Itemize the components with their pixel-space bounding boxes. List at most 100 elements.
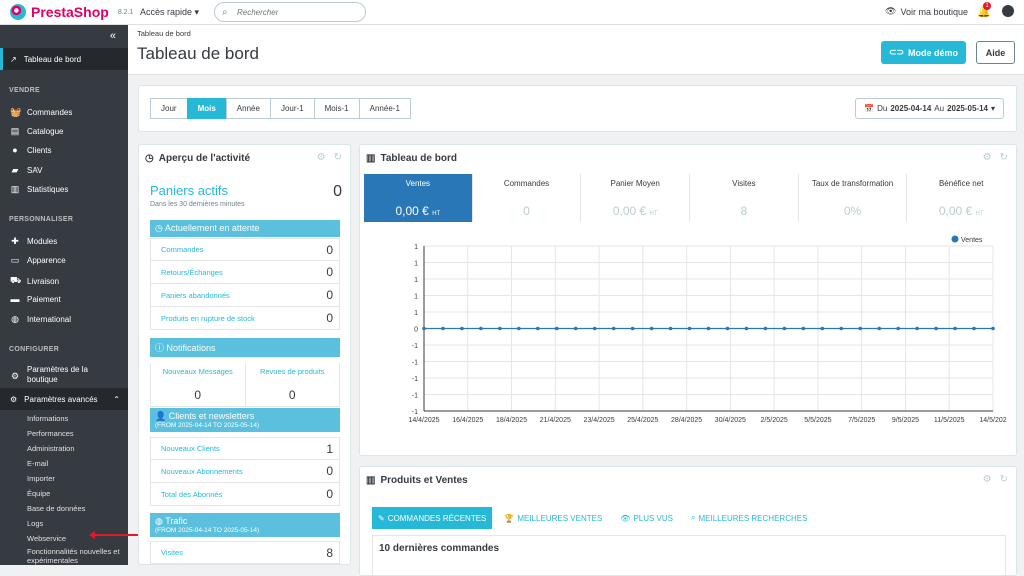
submenu-database[interactable]: Base de données [27,504,85,513]
annotation-arrow [89,531,139,539]
sidebar-item-shop-params[interactable]: ⚙ Paramètres de la boutique [10,365,107,385]
period-prev-day-button[interactable]: Jour-1 [269,98,315,119]
sidebar-item-catalog[interactable]: ▤ Catalogue [10,126,64,137]
period-day-button[interactable]: Jour [150,98,188,119]
help-button[interactable]: Aide [976,41,1015,64]
sidebar-item-sav[interactable]: ▰ SAV [10,165,43,176]
user-account-icon[interactable] [1002,5,1014,17]
sidebar-item-stats[interactable]: ▥ Statistiques [10,184,69,195]
pending-link[interactable]: Commandes [161,245,204,254]
kpi-avg-cart[interactable]: Panier Moyen 0,00 € HT [581,174,691,222]
sidebar-item-payment[interactable]: ▬ Paiement [10,294,61,304]
sidebar-item-label: Paramètres de la boutique [27,365,88,384]
refresh-icon[interactable]: ↻ [1000,474,1008,485]
dashboard-panel-header: ▥ Tableau de bord [366,153,457,164]
tab-most-viewed[interactable]: 👁 PLUS VUS [614,507,679,529]
tab-best-sellers[interactable]: 🏆 MEILLEURES VENTES [498,507,608,529]
sidebar-item-label: SAV [27,166,43,175]
settings-applications-icon: ⚙ [10,394,18,404]
submenu-informations[interactable]: Informations [27,414,68,423]
search-box[interactable]: ⌕ [214,2,366,22]
data-point [517,326,521,331]
data-point [498,326,502,331]
clients-link[interactable]: Nouveaux Clients [161,444,220,453]
pending-value: 0 [326,288,333,302]
pending-link[interactable]: Paniers abandonnés [161,291,230,300]
submenu-new-features[interactable]: Fonctionnalités nouvelles et expérimenta… [27,547,125,565]
sidebar-item-international[interactable]: ◍ International [10,314,71,325]
trending-icon: ↗ [10,54,17,64]
x-tick-label: 18/4/2025 [496,417,527,424]
refresh-icon[interactable]: ↻ [1000,152,1008,163]
sidebar-item-customers[interactable]: ● Clients [10,145,51,155]
x-tick-label: 7/5/2025 [848,417,875,424]
data-point [592,326,597,331]
clients-row: Total des Abonnés 0 [150,483,340,506]
demo-mode-button[interactable]: ⊂⊃ Mode démo [881,41,966,64]
period-prev-year-button[interactable]: Année-1 [358,98,411,119]
submenu-administration[interactable]: Administration [27,444,75,453]
notif-link[interactable]: Revues de produits [246,367,340,376]
clients-header: 👤 Clients et newsletters (FROM 2025-04-14… [150,408,340,432]
sidebar-item-advanced-params[interactable]: ⚙ Paramètres avancés ⌃ [0,388,128,410]
gear-icon[interactable]: ⚙ [317,152,326,163]
pending-link[interactable]: Produits en rupture de stock [161,314,255,323]
tab-top-searches[interactable]: ⌕ MEILLEURES RECHERCHES [685,507,813,529]
notifications-button[interactable]: 🔔 1 [977,2,991,18]
sidebar-item-modules[interactable]: ✚ Modules [10,236,57,247]
kpi-value: 0,00 € HT [581,204,689,218]
submenu-logs[interactable]: Logs [27,519,43,528]
kpi-sales[interactable]: Ventes 0,00 € HT [364,174,473,222]
x-tick-label: 25/4/2025 [627,417,658,424]
breadcrumb[interactable]: Tableau de bord [137,29,191,38]
traffic-link[interactable]: Visites [161,548,183,557]
submenu-team[interactable]: Équipe [27,489,50,498]
notif-link[interactable]: Nouveaux Messages [151,367,245,376]
date-range-picker[interactable]: 📅 Du 2025-04-14 Au 2025-05-14 ▾ [855,98,1004,119]
kpi-net-profit[interactable]: Bénéfice net 0,00 € HT [907,174,1015,222]
sidebar-item-orders[interactable]: 🧺 Commandes [10,107,72,118]
tab-recent-orders[interactable]: ✎ COMMANDES RÉCENTES [372,507,493,529]
pending-link[interactable]: Retours/Échanges [161,268,223,277]
data-point [991,326,995,331]
kpi-value: 0,00 € HT [907,204,1015,218]
activity-panel: ◷ Aperçu de l'activité ⚙ ↻ Paniers actifs … [138,144,351,565]
clients-link[interactable]: Total des Abonnés [161,490,222,499]
quick-access-label: Accès rapide [140,7,193,17]
brand-logo[interactable]: PrestaShop 8.2.1 [10,4,133,20]
section-configure: CONFIGURER [9,346,60,353]
collapse-sidebar-icon[interactable]: « [110,30,116,42]
clients-sub: (FROM 2025-04-14 TO 2025-05-14) [155,422,260,429]
kpi-orders[interactable]: Commandes 0 [473,174,582,222]
notif-value: 0 [288,388,296,402]
products-panel-header: ▥ Produits et Ventes [366,475,468,486]
period-month-button[interactable]: Mois [186,98,227,119]
quick-access-menu[interactable]: Accès rapide ▾ [140,7,199,18]
kpi-conversion[interactable]: Taux de transformation 0% [799,174,908,222]
period-prev-month-button[interactable]: Mois-1 [313,98,360,119]
y-tick-label: 1 [414,244,418,251]
tab-label: COMMANDES RÉCENTES [387,513,487,523]
kpi-row: Ventes 0,00 € HT Commandes 0 Panier Moyen 0… [364,174,1015,222]
chevron-up-icon: ⌃ [113,394,120,404]
submenu-performances[interactable]: Performances [27,429,74,438]
sidebar-item-appearance[interactable]: ▭ Apparence [10,255,66,266]
clients-row: Nouveaux Clients 1 [150,437,340,460]
submenu-email[interactable]: E-mail [27,459,48,468]
kpi-value: 0% [799,204,907,218]
sidebar-item-label: Clients [27,145,52,155]
sidebar-item-dashboard[interactable]: ↗ Tableau de bord [0,48,128,70]
view-shop-link[interactable]: 👁 Voir ma boutique [885,6,968,17]
sidebar-item-shipping[interactable]: ⛟ Livraison [10,275,59,287]
gear-icon[interactable]: ⚙ [983,474,992,485]
clients-link[interactable]: Nouveaux Abonnements [161,467,243,476]
submenu-webservice[interactable]: Webservice [27,534,66,543]
submenu-import[interactable]: Importer [27,474,55,483]
sidebar-item-label: Statistiques [27,185,69,194]
gear-icon[interactable]: ⚙ [983,152,992,163]
info-icon: ⓘ [155,343,165,353]
period-year-button[interactable]: Année [225,98,271,119]
search-input[interactable] [237,6,357,19]
refresh-icon[interactable]: ↻ [334,152,342,163]
kpi-visits[interactable]: Visites 8 [690,174,799,222]
